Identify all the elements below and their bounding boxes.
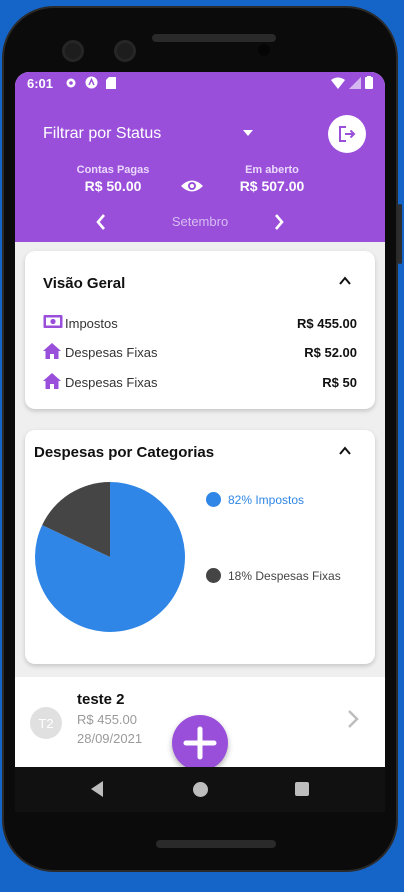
legend-label: 18% Despesas Fixas: [228, 569, 341, 583]
money-icon: [43, 315, 63, 328]
categories-card: Despesas por Categorias: [25, 430, 375, 664]
status-bar: 6:01: [15, 72, 385, 94]
power-button: [398, 204, 402, 264]
open-summary: Em aberto R$ 507.00: [232, 164, 312, 194]
phone-speaker: [152, 34, 276, 42]
app-screen: 6:01 Filtrar por Status Contas Pagas R$ …: [15, 72, 385, 812]
current-month: Setembro: [171, 214, 229, 229]
home-icon: [43, 373, 61, 389]
overview-card: Visão Geral Impostos R$ 455.00 Despesas …: [25, 251, 375, 409]
previous-month-icon[interactable]: [95, 213, 107, 231]
add-button[interactable]: [172, 715, 228, 771]
row-amount: R$ 50: [322, 375, 357, 390]
front-camera: [114, 40, 136, 62]
overview-row: Despesas Fixas R$ 50: [43, 372, 357, 392]
row-label: Despesas Fixas: [65, 375, 158, 390]
transaction-title: teste 2: [77, 691, 125, 708]
signal-icon: [349, 76, 361, 89]
home-button-icon[interactable]: [193, 782, 208, 797]
battery-icon: [365, 76, 373, 89]
overview-title: Visão Geral: [43, 275, 126, 292]
back-icon[interactable]: [91, 781, 103, 797]
legend-label: 82% Impostos: [228, 493, 305, 507]
row-label: Impostos: [65, 316, 118, 331]
home-icon: [43, 343, 61, 359]
recent-apps-icon[interactable]: [295, 782, 309, 796]
overview-row: Impostos R$ 455.00: [43, 313, 357, 333]
logout-button[interactable]: [328, 115, 366, 153]
paid-label: Contas Pagas: [76, 164, 150, 176]
status-filter-dropdown[interactable]: Filtrar por Status: [43, 125, 161, 143]
row-amount: R$ 52.00: [304, 345, 357, 360]
plus-icon: [183, 726, 217, 760]
status-left-icons: [65, 76, 116, 89]
app-header: 6:01 Filtrar por Status Contas Pagas R$ …: [15, 72, 385, 242]
paid-summary: Contas Pagas R$ 50.00: [73, 164, 153, 194]
paid-value: R$ 50.00: [84, 178, 142, 194]
month-navigator: Setembro: [15, 211, 385, 235]
phone-speaker: [156, 840, 276, 848]
eye-icon[interactable]: [180, 178, 204, 194]
row-label: Despesas Fixas: [65, 345, 158, 360]
open-label: Em aberto: [245, 164, 299, 176]
chevron-right-icon[interactable]: [347, 709, 359, 729]
next-month-icon[interactable]: [273, 213, 285, 231]
legend-dot: [206, 568, 221, 583]
dropdown-caret-icon[interactable]: [243, 130, 253, 136]
collapse-chevron-icon[interactable]: [339, 446, 351, 456]
transaction-date: 28/09/2021: [77, 731, 143, 746]
collapse-chevron-icon[interactable]: [339, 276, 351, 286]
status-right-icons: [331, 76, 373, 89]
open-value: R$ 507.00: [239, 178, 305, 194]
avatar: T2: [30, 707, 62, 739]
settings-icon: [66, 78, 76, 87]
android-nav-bar: [15, 767, 385, 812]
proximity-sensor: [258, 44, 270, 56]
transaction-amount: R$ 455.00: [77, 712, 137, 727]
overview-row: Despesas Fixas R$ 52.00: [43, 342, 357, 362]
categories-title: Despesas por Categorias: [34, 444, 215, 461]
legend-dot: [206, 492, 221, 507]
row-amount: R$ 455.00: [297, 316, 357, 331]
front-camera: [62, 40, 84, 62]
logout-icon: [339, 126, 356, 142]
status-time: 6:01: [27, 76, 54, 91]
category-pie-chart: [35, 482, 186, 632]
wifi-icon: [331, 77, 345, 89]
app-notification-icon: [85, 76, 98, 89]
sd-card-icon: [106, 76, 116, 89]
